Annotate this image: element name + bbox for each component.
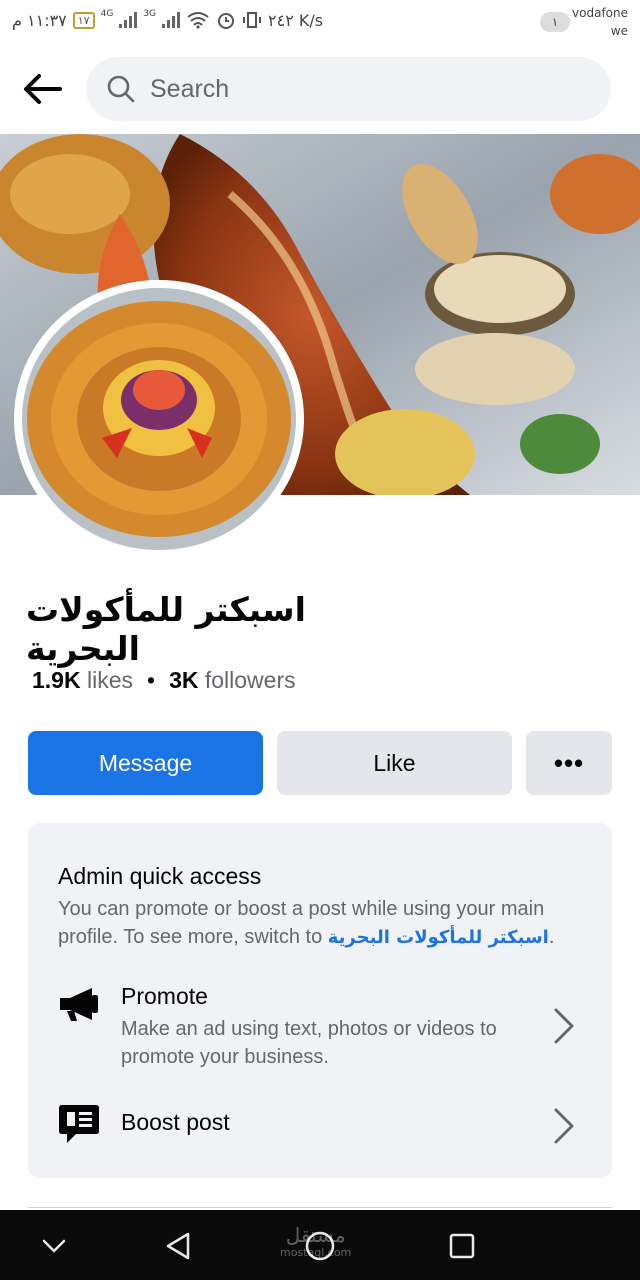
carrier-names: vodafone we [572, 4, 628, 40]
status-left: ١١:٣٧ م ١٧ 4G 3G ٢٤٢ K/s [12, 9, 324, 30]
likes-count: 1.9K [32, 667, 81, 693]
card-title: Admin quick access [58, 863, 262, 889]
followers-count: 3K [169, 667, 199, 693]
battery-level: ١٧ [77, 13, 90, 27]
boost-post-row[interactable]: Boost post [28, 1101, 612, 1151]
square-recents-icon [449, 1233, 475, 1259]
promote-title: Promote [121, 983, 208, 1009]
page-root: { "status_bar": { "time": "١١:٣٧ م", "ba… [0, 0, 640, 1280]
search-icon [107, 75, 135, 103]
likes-label: likes [86, 667, 133, 693]
page-stats: 1.9K likes • 3K followers [32, 667, 296, 694]
wifi-icon [187, 12, 209, 29]
avatar-image [22, 288, 296, 550]
network-type-2: 3G [143, 9, 156, 19]
section-divider [28, 1207, 612, 1208]
watermark: مستقل mostaql.com [280, 1225, 352, 1262]
network-type-1: 4G [100, 9, 114, 19]
boost-post-title: Boost post [121, 1109, 230, 1135]
battery-icon: ١٧ [72, 11, 95, 29]
card-description-end: . [548, 926, 555, 948]
signal-icon-2 [162, 12, 180, 28]
stats-separator: • [147, 667, 156, 693]
profile-avatar[interactable] [14, 280, 304, 558]
system-nav-bar: مستقل mostaql.com [0, 1210, 640, 1280]
megaphone-icon [60, 988, 98, 1021]
top-header [0, 56, 640, 122]
boost-post-icon [59, 1105, 99, 1143]
carrier-1: vodafone [572, 6, 628, 20]
search-bar[interactable] [86, 57, 611, 121]
nav-hide-button[interactable] [36, 1228, 72, 1264]
signal-icon [119, 12, 138, 28]
promote-row[interactable]: Promote Make an ad using text, photos or… [28, 973, 612, 1083]
page-title: اسبكتر للمأكولات البحرية [26, 590, 306, 668]
status-bar: ١١:٣٧ م ١٧ 4G 3G ٢٤٢ K/s ١ vodafone we [0, 0, 640, 44]
switch-profile-link[interactable]: اسبكتر للمأكولات البحرية [328, 927, 549, 948]
network-speed: ٢٤٢ K/s [268, 10, 324, 30]
alarm-icon [218, 13, 234, 29]
back-button[interactable] [18, 68, 66, 110]
triangle-back-icon [166, 1232, 190, 1260]
chevron-right-icon [554, 1108, 574, 1144]
back-arrow-icon [24, 74, 62, 104]
nav-recents-button[interactable] [444, 1228, 480, 1264]
search-input[interactable] [150, 74, 570, 104]
like-button[interactable]: Like [277, 731, 512, 795]
followers-label: followers [204, 667, 296, 693]
admin-quick-access-card: Admin quick access You can promote or bo… [28, 823, 612, 1178]
sim-badge: ١ [540, 12, 570, 32]
chevron-down-icon [42, 1239, 66, 1253]
chevron-right-icon [554, 1008, 574, 1044]
status-time: ١١:٣٧ م [12, 10, 67, 30]
promote-description: Make an ad using text, photos or videos … [121, 1018, 497, 1068]
card-description: You can promote or boost a post while us… [58, 895, 588, 952]
vibrate-icon [243, 12, 261, 28]
message-button[interactable]: Message [28, 731, 263, 795]
nav-back-button[interactable] [160, 1228, 196, 1264]
more-options-button[interactable]: ••• [526, 731, 612, 795]
shrimp-platter-image [22, 288, 296, 550]
carrier-2: we [610, 24, 628, 38]
more-icon: ••• [553, 747, 585, 778]
watermark-url: mostaql.com [280, 1246, 352, 1259]
